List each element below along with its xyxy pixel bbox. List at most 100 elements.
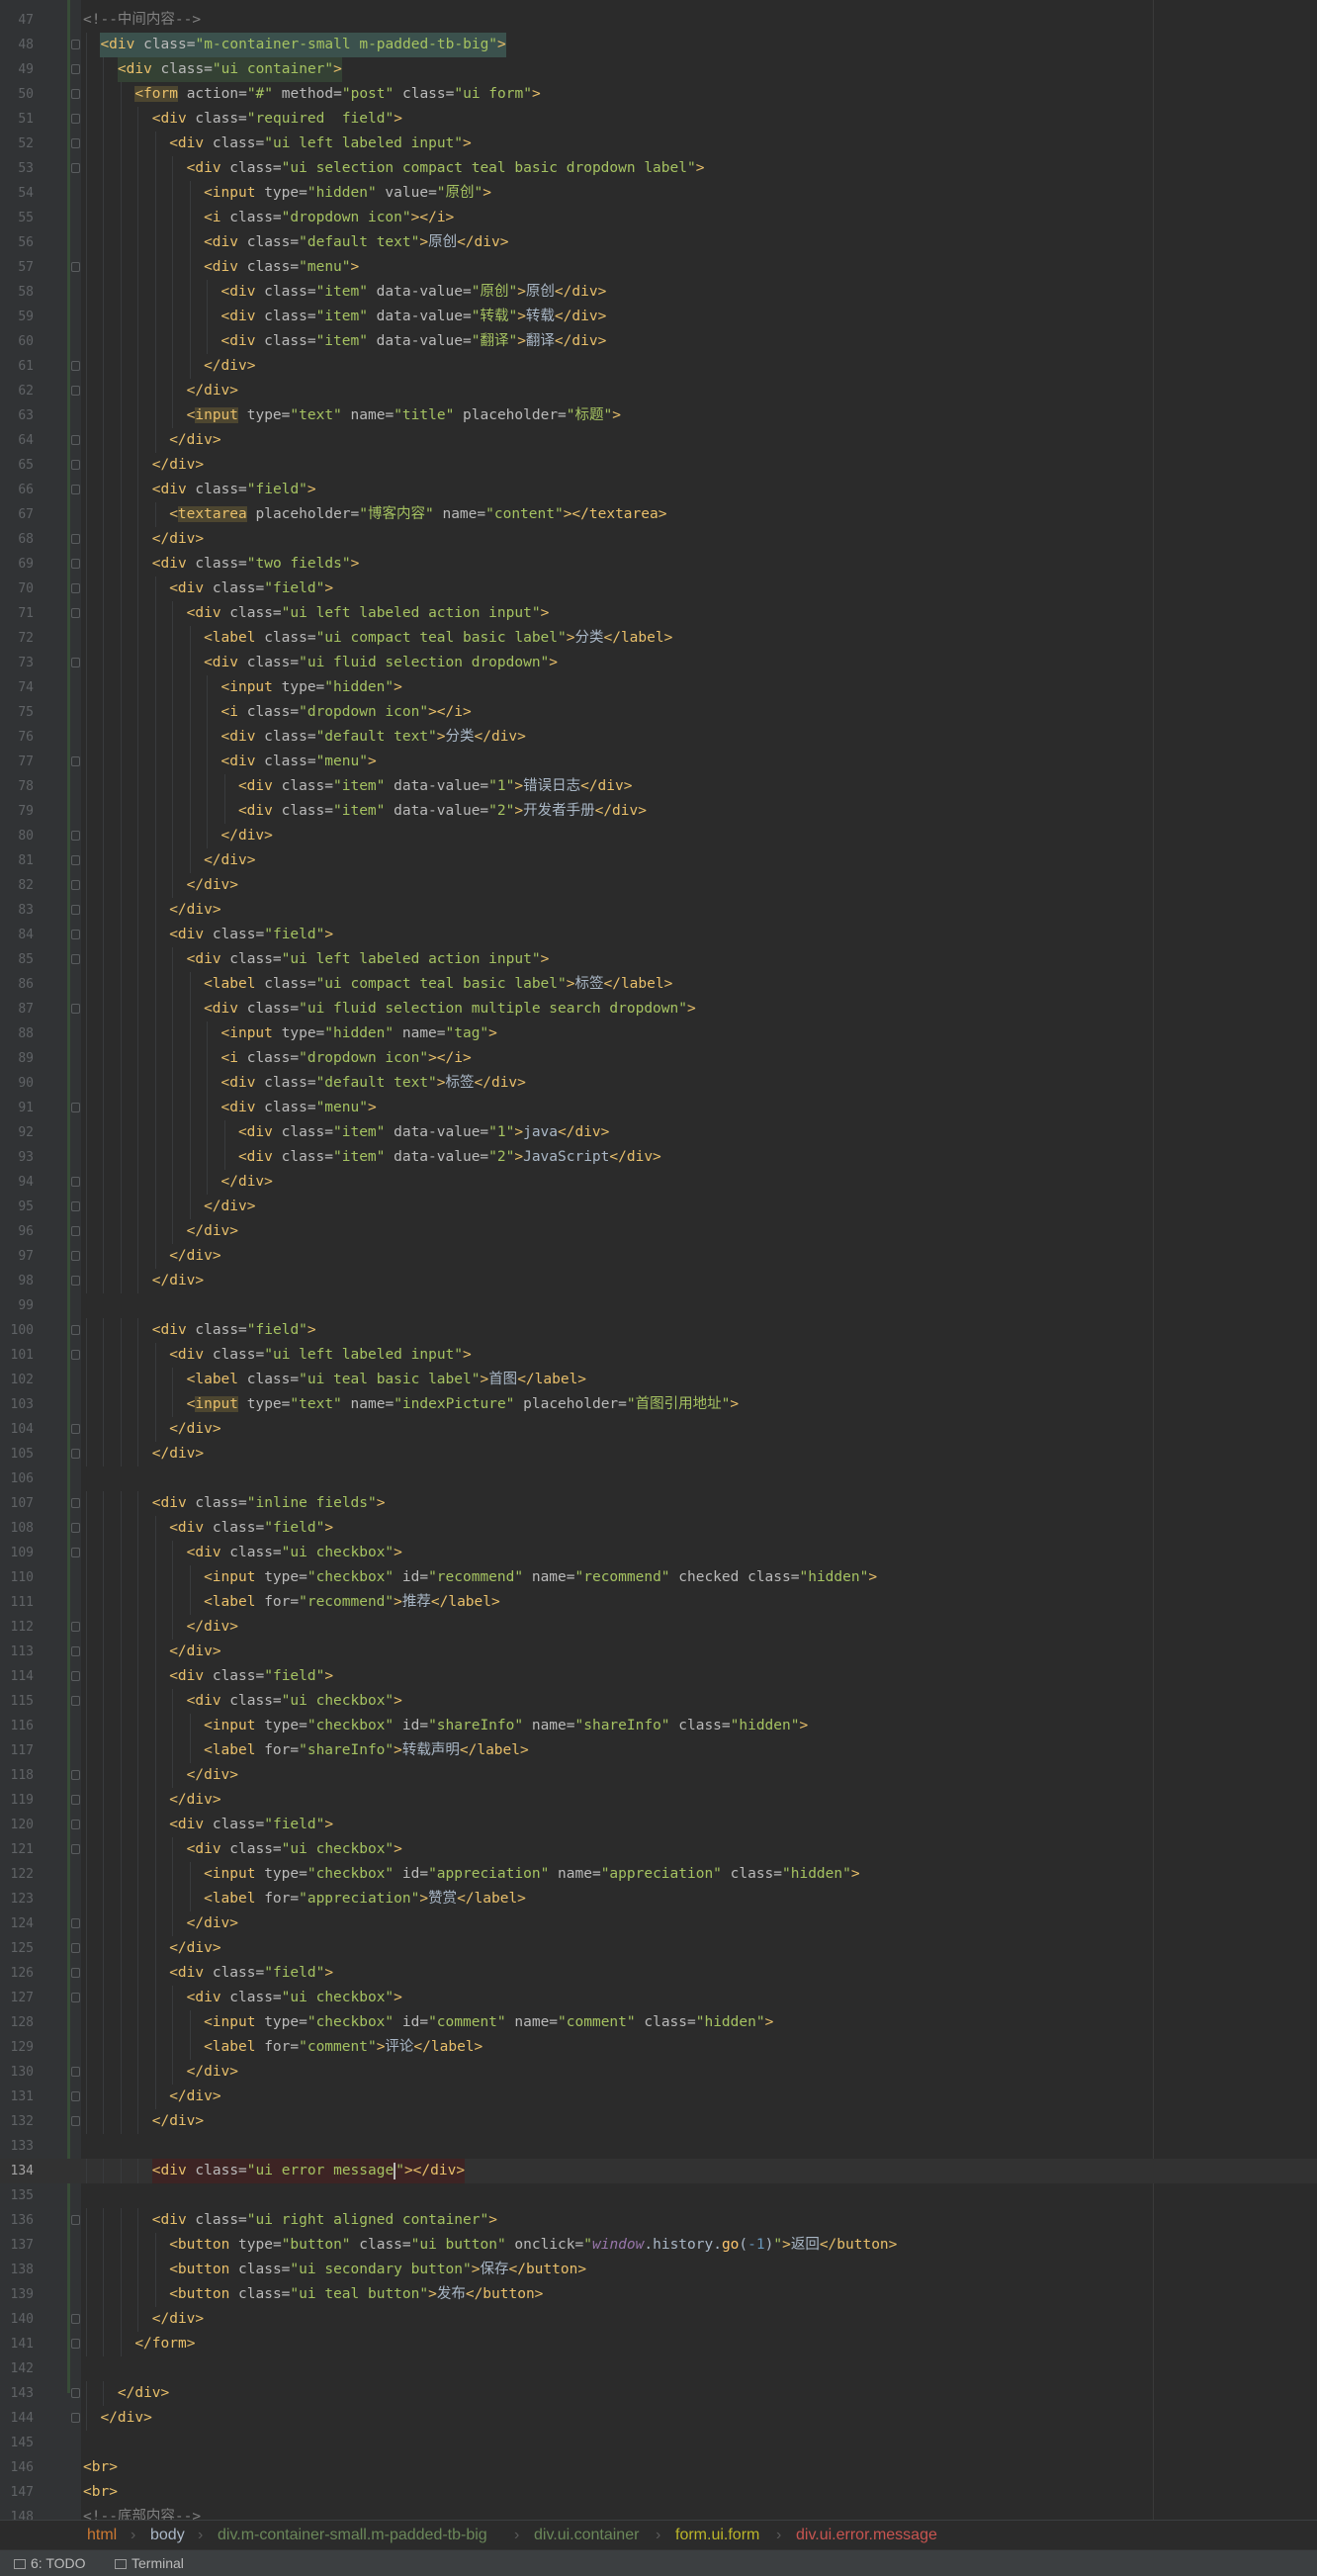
code-line[interactable]: 105 </div> (0, 1442, 1317, 1466)
code-line[interactable]: 104 </div> (0, 1417, 1317, 1442)
terminal-tab[interactable]: Terminal (115, 2550, 184, 2576)
fold-marker-icon[interactable] (71, 40, 80, 49)
code-line[interactable]: 146 <br> (0, 2455, 1317, 2480)
fold-marker-icon[interactable] (71, 1696, 80, 1706)
code-line[interactable]: 127 <div class="ui checkbox"> (0, 1986, 1317, 2010)
code-line[interactable]: 75 <i class="dropdown icon"></i> (0, 700, 1317, 725)
code-line[interactable]: 57 <div class="menu"> (0, 255, 1317, 280)
fold-marker-icon[interactable] (71, 1993, 80, 2002)
code-line[interactable]: 64 </div> (0, 428, 1317, 453)
code-line[interactable]: 94 </div> (0, 1170, 1317, 1195)
code-line[interactable]: 108 <div class="field"> (0, 1516, 1317, 1541)
code-line[interactable]: 115 <div class="ui checkbox"> (0, 1689, 1317, 1714)
code-line[interactable]: 95 </div> (0, 1195, 1317, 1219)
code-line[interactable]: 110 <input type="checkbox" id="recommend"… (0, 1565, 1317, 1590)
fold-marker-icon[interactable] (71, 1226, 80, 1236)
code-line[interactable]: 74 <input type="hidden"> (0, 675, 1317, 700)
code-line[interactable]: 113 </div> (0, 1640, 1317, 1664)
fold-marker-icon[interactable] (71, 1770, 80, 1780)
code-line[interactable]: 50 <form action="#" method="post" class="… (0, 82, 1317, 107)
fold-marker-icon[interactable] (71, 658, 80, 667)
code-line[interactable]: 61 </div> (0, 354, 1317, 379)
code-line[interactable]: 47 <!--中间内容--> (0, 8, 1317, 33)
breadcrumb-item[interactable]: div.ui.container (534, 2521, 639, 2550)
fold-marker-icon[interactable] (71, 1201, 80, 1211)
code-line[interactable]: 69 <div class="two fields"> (0, 552, 1317, 577)
code-line[interactable]: 86 <label class="ui compact teal basic la… (0, 972, 1317, 997)
fold-marker-icon[interactable] (71, 534, 80, 544)
code-line[interactable]: 53 <div class="ui selection compact teal … (0, 156, 1317, 181)
fold-marker-icon[interactable] (71, 1350, 80, 1360)
fold-marker-icon[interactable] (71, 89, 80, 99)
code-line[interactable]: 118 </div> (0, 1763, 1317, 1788)
fold-marker-icon[interactable] (71, 1968, 80, 1978)
code-line[interactable]: 90 <div class="default text">标签</div> (0, 1071, 1317, 1096)
code-line[interactable]: 103 <input type="text" name="indexPicture… (0, 1392, 1317, 1417)
fold-marker-icon[interactable] (71, 1251, 80, 1261)
code-line[interactable]: 88 <input type="hidden" name="tag"> (0, 1022, 1317, 1046)
fold-marker-icon[interactable] (71, 64, 80, 74)
fold-marker-icon[interactable] (71, 1622, 80, 1632)
fold-marker-icon[interactable] (71, 1177, 80, 1187)
fold-marker-icon[interactable] (71, 756, 80, 766)
code-line[interactable]: 80 </div> (0, 824, 1317, 848)
code-line[interactable]: 112 </div> (0, 1615, 1317, 1640)
code-line[interactable]: 125 </div> (0, 1936, 1317, 1961)
code-line[interactable]: 65 </div> (0, 453, 1317, 478)
code-line[interactable]: 68 </div> (0, 527, 1317, 552)
code-line[interactable]: 124 </div> (0, 1911, 1317, 1936)
code-line[interactable]: 91 <div class="menu"> (0, 1096, 1317, 1120)
code-line[interactable]: 116 <input type="checkbox" id="shareInfo"… (0, 1714, 1317, 1738)
code-line[interactable]: 49 <div class="ui container"> (0, 57, 1317, 82)
code-line[interactable]: 87 <div class="ui fluid selection multipl… (0, 997, 1317, 1022)
todo-tab[interactable]: 6: TODO (14, 2550, 86, 2576)
fold-marker-icon[interactable] (71, 1523, 80, 1533)
fold-marker-icon[interactable] (71, 2413, 80, 2423)
fold-marker-icon[interactable] (71, 1671, 80, 1681)
code-line[interactable]: 93 <div class="item" data-value="2">JavaS… (0, 1145, 1317, 1170)
code-line[interactable]: 54 <input type="hidden" value="原创"> (0, 181, 1317, 206)
code-line[interactable]: 51 <div class="required field"> (0, 107, 1317, 132)
fold-marker-icon[interactable] (71, 905, 80, 915)
fold-marker-icon[interactable] (71, 361, 80, 371)
code-line[interactable]: 106 (0, 1466, 1317, 1491)
code-line[interactable]: 63 <input type="text" name="title" placeh… (0, 403, 1317, 428)
code-line[interactable]: 133 (0, 2134, 1317, 2159)
fold-marker-icon[interactable] (71, 1276, 80, 1286)
code-line[interactable]: 141 </form> (0, 2332, 1317, 2356)
code-line[interactable]: 117 <label for="shareInfo">转载声明</label> (0, 1738, 1317, 1763)
code-line[interactable]: 123 <label for="appreciation">赞赏</label> (0, 1887, 1317, 1911)
code-line[interactable]: 128 <input type="checkbox" id="comment" n… (0, 2010, 1317, 2035)
fold-marker-icon[interactable] (71, 2116, 80, 2126)
fold-marker-icon[interactable] (71, 1424, 80, 1434)
code-line[interactable]: 145 (0, 2431, 1317, 2455)
code-line[interactable]: 77 <div class="menu"> (0, 750, 1317, 774)
code-line[interactable]: 102 <label class="ui teal basic label">首图… (0, 1368, 1317, 1392)
fold-marker-icon[interactable] (71, 559, 80, 569)
code-line[interactable]: 122 <input type="checkbox" id="appreciati… (0, 1862, 1317, 1887)
fold-marker-icon[interactable] (71, 138, 80, 148)
fold-marker-icon[interactable] (71, 831, 80, 841)
breadcrumb-item[interactable]: form.ui.form (675, 2521, 759, 2550)
code-line[interactable]: 89 <i class="dropdown icon"></i> (0, 1046, 1317, 1071)
code-line[interactable]: 132 </div> (0, 2109, 1317, 2134)
code-line[interactable]: 55 <i class="dropdown icon"></i> (0, 206, 1317, 230)
code-line[interactable]: 136 <div class="ui right aligned containe… (0, 2208, 1317, 2233)
fold-marker-icon[interactable] (71, 1103, 80, 1112)
breadcrumb-item[interactable]: body (150, 2521, 185, 2550)
fold-marker-icon[interactable] (71, 583, 80, 593)
code-line[interactable]: 148 <!--底部内容--> (0, 2505, 1317, 2520)
fold-marker-icon[interactable] (71, 608, 80, 618)
code-line[interactable]: 97 </div> (0, 1244, 1317, 1269)
fold-marker-icon[interactable] (71, 2388, 80, 2398)
breadcrumb-item[interactable]: div.m-container-small.m-padded-tb-big (218, 2521, 487, 2550)
code-line[interactable]: 120 <div class="field"> (0, 1813, 1317, 1837)
code-line[interactable]: 142 (0, 2356, 1317, 2381)
code-line[interactable]: 58 <div class="item" data-value="原创">原创</… (0, 280, 1317, 305)
fold-marker-icon[interactable] (71, 1844, 80, 1854)
code-line[interactable]: 140 </div> (0, 2307, 1317, 2332)
code-line[interactable]: 101 <div class="ui left labeled input"> (0, 1343, 1317, 1368)
code-line[interactable]: 137 <button type="button" class="ui butto… (0, 2233, 1317, 2258)
breadcrumb-item[interactable]: div.ui.error.message (796, 2521, 937, 2550)
code-line[interactable]: 119 </div> (0, 1788, 1317, 1813)
